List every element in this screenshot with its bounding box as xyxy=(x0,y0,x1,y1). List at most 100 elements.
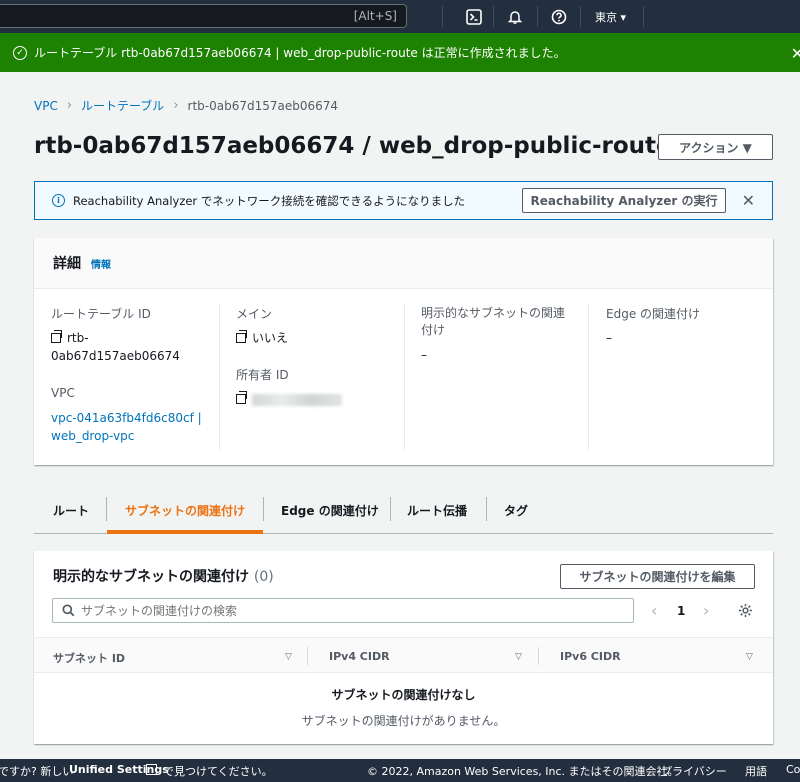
explicit-subnet-label-text: 付け xyxy=(421,323,446,337)
edge-association-column: Edge の関連付け – xyxy=(606,305,766,347)
sort-icon[interactable]: ▽ xyxy=(746,652,753,662)
vpc-label: VPC xyxy=(51,386,75,400)
column-divider xyxy=(219,304,220,450)
top-nav-bar: [Alt+S] 東京 ▾ xyxy=(0,0,800,33)
owner-id-label: 所有者 ID xyxy=(236,368,289,382)
page-title: rtb-0ab67d157aeb06674 / web_drop-public-… xyxy=(34,133,672,159)
tab-routes[interactable]: ルート xyxy=(53,487,89,533)
main-value-text: いいえ xyxy=(252,331,289,345)
column-ipv4-cidr[interactable]: IPv4 CIDR xyxy=(329,650,390,663)
cloudshell-icon[interactable] xyxy=(465,8,483,26)
page-number[interactable]: 1 xyxy=(677,604,685,618)
main-column: メイン いいえ 所有者 ID xyxy=(236,305,396,408)
close-icon[interactable]: ✕ xyxy=(742,191,755,210)
explicit-subnet-column: 明示的なサブネットの関連 付け – xyxy=(421,305,581,364)
edit-subnet-associations-button[interactable]: サブネットの関連付けを編集 xyxy=(560,564,755,589)
tab-edge-associations[interactable]: Edge の関連付け xyxy=(281,487,379,533)
sort-icon[interactable]: ▽ xyxy=(515,652,522,662)
copy-icon[interactable] xyxy=(236,391,247,404)
settings-gear-icon[interactable] xyxy=(738,603,753,618)
route-table-tabs: ルート サブネットの関連付け Edge の関連付け ルート伝播 タグ xyxy=(34,487,773,534)
main-value: いいえ xyxy=(236,329,396,347)
explicit-subnet-label: 明示的なサブネットの関連 付け xyxy=(421,305,581,339)
owner-id-value xyxy=(236,390,396,408)
copy-icon[interactable] xyxy=(236,330,247,343)
breadcrumb-vpc[interactable]: VPC xyxy=(34,99,58,113)
actions-button[interactable]: アクション ▼ xyxy=(658,134,773,160)
route-table-id-label: ルートテーブル ID xyxy=(51,307,151,321)
route-table-id-text: 0ab67d157aeb06674 xyxy=(51,349,180,363)
subnet-associations-title: 明示的なサブネットの関連付け xyxy=(53,569,249,585)
help-icon[interactable] xyxy=(550,8,568,26)
search-icon xyxy=(62,604,75,617)
subnet-search-field[interactable] xyxy=(81,603,581,618)
footer-settings-prefix: ですか? 新しい xyxy=(0,765,74,778)
details-panel: 詳細 情報 ルートテーブル ID rtb- 0ab67d157aeb06674 … xyxy=(34,238,773,465)
external-link-icon xyxy=(146,764,157,775)
chevron-right-icon: › xyxy=(173,98,179,113)
table-header-row xyxy=(34,637,773,673)
column-divider xyxy=(538,647,539,665)
edge-association-value: – xyxy=(606,331,612,345)
details-heading: 詳細 xyxy=(53,256,81,272)
next-page-icon[interactable]: › xyxy=(703,601,709,620)
empty-state-text: サブネットの関連付けがありません。 xyxy=(301,714,506,728)
column-divider xyxy=(307,647,308,665)
global-search-input[interactable]: [Alt+S] xyxy=(0,4,407,28)
chevron-right-icon: › xyxy=(66,98,73,113)
nav-divider xyxy=(643,6,644,27)
region-selector[interactable]: 東京 ▾ xyxy=(595,9,626,25)
details-info-link[interactable]: 情報 xyxy=(91,256,111,271)
console-footer: ですか? 新しい Unified Settings で見つけてください。 © 2… xyxy=(0,759,800,782)
success-flashbar: ✓ ルートテーブル rtb-0ab67d157aeb06674 | web_dr… xyxy=(0,33,800,72)
column-divider xyxy=(404,304,405,450)
flash-message: ルートテーブル rtb-0ab67d157aeb06674 | web_drop… xyxy=(34,46,566,60)
explicit-subnet-value: – xyxy=(421,348,427,362)
close-icon[interactable]: ✕ xyxy=(791,44,800,63)
banner-text: Reachability Analyzer でネットワーク接続を確認できるように… xyxy=(73,193,466,208)
cookie-link[interactable]: Co xyxy=(786,763,800,776)
search-shortcut-hint: [Alt+S] xyxy=(353,9,397,23)
details-header: 詳細 情報 xyxy=(34,238,773,289)
tab-tags[interactable]: タグ xyxy=(504,487,528,533)
column-divider xyxy=(588,304,589,450)
terms-link[interactable]: 用語 xyxy=(745,763,767,779)
vpc-link-text[interactable]: web_drop-vpc xyxy=(51,429,134,443)
subnet-associations-count: (0) xyxy=(253,569,274,585)
run-reachability-button[interactable]: Reachability Analyzer の実行 xyxy=(522,188,726,213)
column-ipv6-cidr[interactable]: IPv6 CIDR xyxy=(560,650,621,663)
prev-page-icon[interactable]: ‹ xyxy=(651,601,657,620)
info-icon: i xyxy=(52,194,65,207)
nav-divider xyxy=(537,6,538,27)
route-table-id-text: rtb- xyxy=(67,331,89,345)
tab-subnet-associations[interactable]: サブネットの関連付け xyxy=(107,487,264,534)
bell-icon[interactable] xyxy=(506,8,524,26)
privacy-link[interactable]: プライバシー xyxy=(661,763,727,779)
sort-icon[interactable]: ▽ xyxy=(285,652,292,662)
route-table-id-column: ルートテーブル ID rtb- 0ab67d157aeb06674 VPC vp… xyxy=(51,305,211,445)
empty-state-title: サブネットの関連付けなし xyxy=(331,688,476,702)
vpc-link-text[interactable]: vpc-041a63fb4fd6c80cf | xyxy=(51,411,202,425)
route-table-id-value: rtb- 0ab67d157aeb06674 xyxy=(51,329,211,365)
column-subnet-id[interactable]: サブネット ID xyxy=(53,650,125,666)
redacted-owner-id xyxy=(252,393,342,406)
nav-divider xyxy=(580,6,581,27)
breadcrumb: VPC › ルートテーブル › rtb-0ab67d157aeb06674 xyxy=(34,97,338,114)
reachability-info-banner: i Reachability Analyzer でネットワーク接続を確認できるよ… xyxy=(34,181,773,220)
main-label: メイン xyxy=(236,307,273,321)
copyright-text: © 2022, Amazon Web Services, Inc. またはその関… xyxy=(367,765,679,778)
tab-route-propagation[interactable]: ルート伝播 xyxy=(407,487,467,533)
tab-divider xyxy=(390,497,391,521)
subnet-associations-heading: 明示的なサブネットの関連付け (0) xyxy=(53,566,274,586)
edge-association-label: Edge の関連付け xyxy=(606,307,701,321)
breadcrumb-current: rtb-0ab67d157aeb06674 xyxy=(187,98,339,113)
vpc-link[interactable]: vpc-041a63fb4fd6c80cf | web_drop-vpc xyxy=(51,409,211,445)
success-check-icon: ✓ xyxy=(13,45,27,60)
subnet-search-input[interactable] xyxy=(52,598,634,623)
copy-icon[interactable] xyxy=(51,330,62,343)
nav-divider xyxy=(442,6,443,27)
breadcrumb-route-tables[interactable]: ルートテーブル xyxy=(81,97,164,114)
explicit-subnet-label-text: 明示的なサブネットの関連 xyxy=(421,306,566,320)
footer-settings-suffix: で見つけてください。 xyxy=(163,765,273,778)
tab-divider xyxy=(486,497,487,521)
